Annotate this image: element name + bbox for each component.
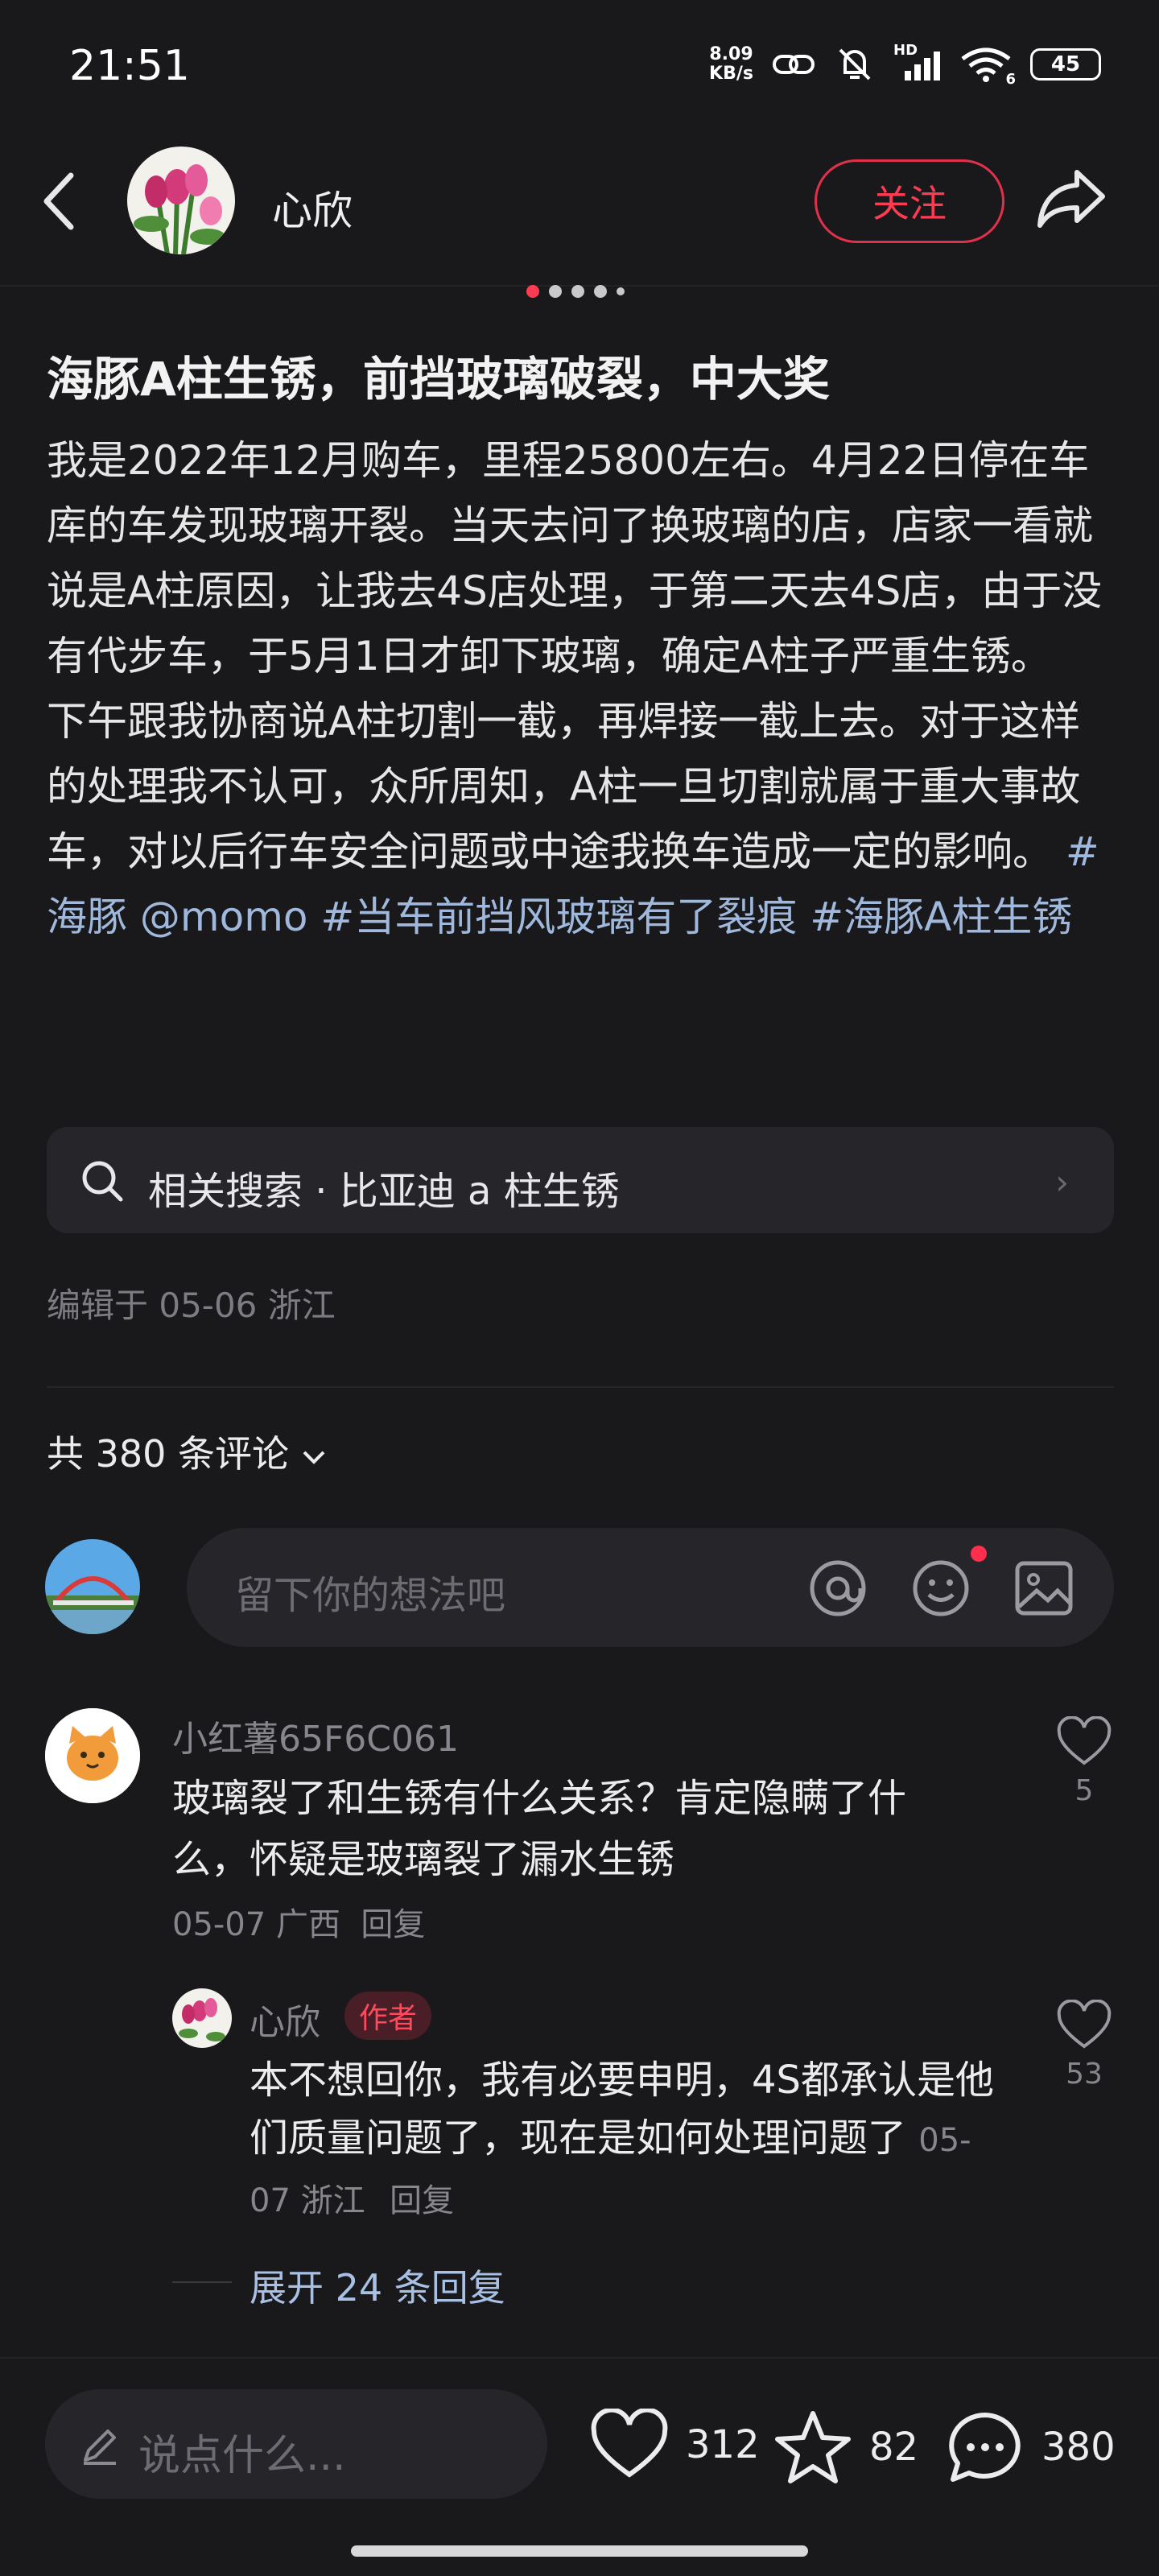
author-avatar[interactable] xyxy=(127,147,235,254)
star-icon xyxy=(775,2411,851,2483)
back-arrow-icon xyxy=(43,172,74,230)
content-divider xyxy=(47,1386,1114,1388)
comment-meta: 05-07 广西 回复 xyxy=(172,1898,425,1945)
expand-divider xyxy=(172,2281,232,2283)
reply-text-block: 本不想回你，我有必要申明，4S都承认是他们质量问题了，现在是如何处理问题了 05… xyxy=(250,2051,1006,2230)
status-time: 21:51 xyxy=(69,42,190,90)
tag-link[interactable]: #当车前挡风玻璃有了裂痕 xyxy=(320,894,797,940)
reply-button[interactable]: 回复 xyxy=(361,1906,425,1943)
pencil-icon xyxy=(84,2429,116,2465)
image-icon[interactable] xyxy=(1013,1557,1075,1620)
comment-like-button[interactable]: 5 xyxy=(1054,1715,1114,1807)
chevron-right-icon: › xyxy=(1055,1162,1069,1202)
related-search-bar[interactable]: 相关搜索 · 比亚迪 a 柱生锈 › xyxy=(47,1127,1114,1233)
share-button[interactable] xyxy=(1035,166,1107,233)
author-badge: 作者 xyxy=(344,1992,432,2040)
search-icon xyxy=(82,1161,123,1202)
heart-icon xyxy=(1057,1715,1112,1765)
home-indicator[interactable] xyxy=(351,2545,808,2557)
mention-link[interactable]: @momo xyxy=(140,894,308,940)
status-icons: 8.09 KB/s HD 6 45 xyxy=(709,42,1101,88)
pager-dot xyxy=(594,285,607,298)
heart-icon xyxy=(1057,1999,1112,2049)
follow-button[interactable]: 关注 xyxy=(815,159,1004,243)
bottom-divider xyxy=(0,2357,1159,2359)
link-icon xyxy=(773,55,815,74)
edit-info: 编辑于 05-06 浙江 xyxy=(47,1286,336,1325)
reply-author-name[interactable]: 心欣 xyxy=(250,1993,320,2045)
chevron-down-icon xyxy=(303,1451,325,1464)
reply-reply-button[interactable]: 回复 xyxy=(390,2182,454,2219)
say-something-input[interactable]: 说点什么... xyxy=(45,2389,547,2499)
image-pager-dots xyxy=(526,285,625,298)
comment-text: 玻璃裂了和生锈有什么关系？肯定隐瞒了什么，怀疑是玻璃裂了漏水生锈 xyxy=(172,1776,907,1882)
mention-icon[interactable] xyxy=(806,1557,869,1620)
comment-input-placeholder: 留下你的想法吧 xyxy=(235,1573,506,1618)
post-title: 海豚A柱生锈，前挡玻璃破裂，中大奖 xyxy=(47,352,830,407)
comment-bubble-icon xyxy=(949,2413,1021,2482)
comment-count-sort[interactable]: 共 380 条评论 xyxy=(47,1425,327,1478)
back-button[interactable] xyxy=(40,171,77,235)
collect-action[interactable]: 82 xyxy=(773,2409,918,2486)
heart-icon xyxy=(591,2409,668,2478)
net-speed: 8.09 KB/s xyxy=(709,44,753,84)
say-something-placeholder: 说点什么... xyxy=(138,2432,346,2480)
comment-like-count: 5 xyxy=(1074,1774,1094,1807)
comment-count: 380 xyxy=(1041,2425,1116,2470)
wifi-icon: 6 xyxy=(959,46,1016,88)
comment-action[interactable]: 380 xyxy=(945,2409,1116,2486)
pager-dot xyxy=(617,287,625,295)
share-icon xyxy=(1037,170,1105,228)
reply-like-count: 53 xyxy=(1066,2058,1103,2091)
reply-avatar[interactable] xyxy=(172,1988,232,2048)
tag-link[interactable]: #海豚A柱生锈 xyxy=(810,894,1072,940)
pager-dot xyxy=(571,285,584,298)
post-body-text: 我是2022年12月购车，里程25800左右。4月22日停在车库的车发现玻璃开裂… xyxy=(47,437,1103,875)
reply-like-button[interactable]: 53 xyxy=(1054,1999,1114,2091)
like-count: 312 xyxy=(686,2422,760,2467)
expand-replies-button[interactable]: 展开 24 条回复 xyxy=(250,2259,505,2312)
pager-dot-active xyxy=(526,285,539,298)
battery-indicator: 45 xyxy=(1030,48,1101,80)
collect-count: 82 xyxy=(869,2425,919,2470)
commenter-avatar[interactable] xyxy=(45,1708,140,1803)
comment-count-label: 共 380 条评论 xyxy=(47,1432,290,1476)
related-search-text: 相关搜索 · 比亚迪 a 柱生锈 xyxy=(148,1169,620,1214)
pager-dot xyxy=(549,285,562,298)
commenter-name[interactable]: 小红薯65F6C061 xyxy=(172,1710,459,1761)
comment-input[interactable]: 留下你的想法吧 xyxy=(187,1528,1114,1647)
reply-text: 本不想回你，我有必要申明，4S都承认是他们质量问题了，现在是如何处理问题了 xyxy=(250,2058,995,2161)
my-avatar[interactable] xyxy=(45,1539,140,1634)
author-name[interactable]: 心欣 xyxy=(272,179,353,237)
like-action[interactable]: 312 xyxy=(589,2409,760,2481)
signal-icon: HD xyxy=(893,42,942,82)
emoji-icon[interactable] xyxy=(909,1557,972,1620)
notification-dot xyxy=(971,1546,987,1562)
post-body: 我是2022年12月购车，里程25800左右。4月22日停在车库的车发现玻璃开裂… xyxy=(47,428,1117,950)
comment-date-location: 05-07 广西 xyxy=(172,1906,340,1943)
mute-bell-icon xyxy=(839,48,871,80)
